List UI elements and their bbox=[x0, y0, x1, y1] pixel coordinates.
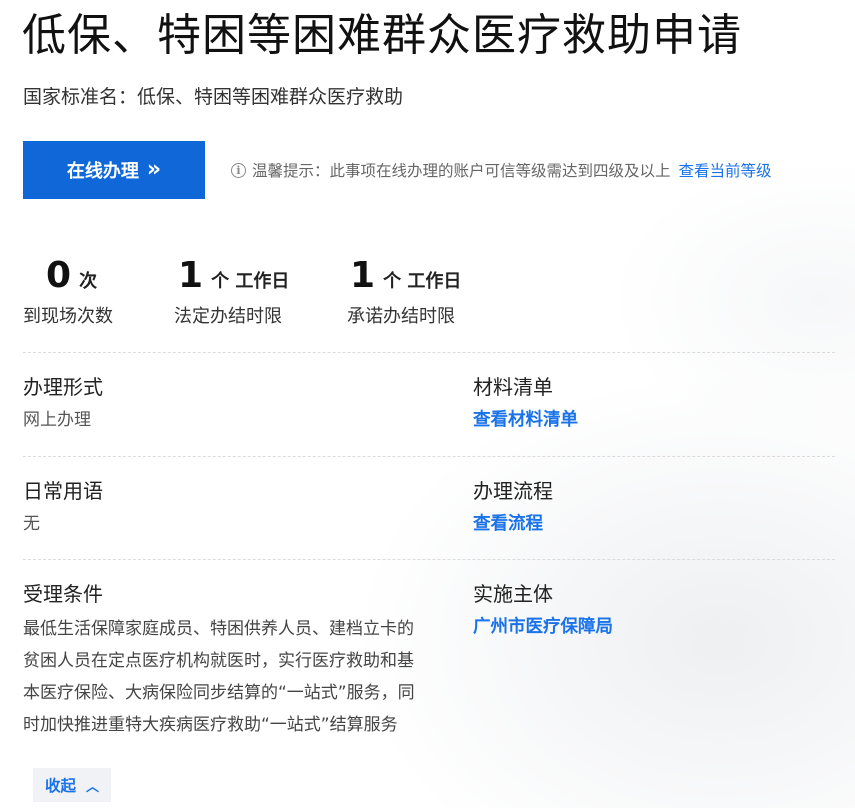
field-value: 无 bbox=[23, 514, 40, 534]
implementer-link[interactable]: 广州市医疗保障局 bbox=[473, 612, 613, 642]
divider bbox=[23, 559, 835, 560]
check-level-link[interactable]: 查看当前等级 bbox=[679, 159, 772, 181]
implementer-field: 实施主体 广州市医疗保障局 bbox=[473, 579, 613, 642]
stat-value: 1 bbox=[350, 255, 376, 296]
stat-value: 1 bbox=[178, 255, 204, 296]
materials-field: 材料清单 查看材料清单 bbox=[473, 372, 578, 435]
field-title: 办理流程 bbox=[473, 479, 553, 503]
stat-unit: 个 工作日 bbox=[211, 271, 290, 292]
stat-value: 0 bbox=[46, 255, 72, 296]
view-process-link[interactable]: 查看流程 bbox=[473, 509, 553, 539]
standard-name: 国家标准名：低保、特困等困难群众医疗救助 bbox=[23, 86, 404, 108]
stat-promised-limit: 1 个 工作日 承诺办结时限 bbox=[347, 255, 462, 328]
stat-label: 到现场次数 bbox=[23, 306, 113, 327]
field-value: 网上办理 bbox=[23, 410, 91, 430]
divider bbox=[23, 456, 835, 457]
stat-unit: 个 工作日 bbox=[383, 271, 462, 292]
tip-notice: i 温馨提示：此事项在线办理的账户可信等级需达到四级及以上 查看当前等级 bbox=[231, 157, 772, 183]
stat-label: 法定办结时限 bbox=[174, 306, 282, 327]
stat-label: 承诺办结时限 bbox=[347, 306, 455, 327]
field-title: 实施主体 bbox=[473, 582, 553, 606]
collapse-button[interactable]: 收起 ︿ bbox=[33, 768, 111, 802]
common-terms-field: 日常用语 无 bbox=[23, 476, 103, 539]
stat-visits: 0 次 到现场次数 bbox=[23, 255, 113, 328]
conditions-field: 受理条件 最低生活保障家庭成员、特困供养人员、建档立卡的贫困人员在定点医疗机构就… bbox=[23, 579, 415, 741]
online-apply-label: 在线办理 bbox=[66, 161, 139, 182]
online-apply-button[interactable]: 在线办理 » bbox=[23, 141, 205, 199]
collapse-label: 收起 bbox=[44, 777, 76, 795]
field-title: 受理条件 bbox=[23, 582, 103, 606]
field-title: 材料清单 bbox=[473, 375, 553, 399]
tip-text: 温馨提示：此事项在线办理的账户可信等级需达到四级及以上 bbox=[252, 162, 671, 180]
conditions-text: 最低生活保障家庭成员、特困供养人员、建档立卡的贫困人员在定点医疗机构就医时，实行… bbox=[23, 619, 415, 735]
process-field: 办理流程 查看流程 bbox=[473, 476, 553, 539]
stat-legal-limit: 1 个 工作日 法定办结时限 bbox=[174, 255, 290, 328]
field-title: 日常用语 bbox=[23, 479, 103, 503]
stat-unit: 次 bbox=[79, 271, 98, 292]
divider bbox=[23, 352, 835, 353]
handle-form-field: 办理形式 网上办理 bbox=[23, 372, 103, 435]
view-materials-link[interactable]: 查看材料清单 bbox=[473, 405, 578, 435]
chevron-up-icon: ︿ bbox=[86, 779, 100, 795]
info-circle-icon: i bbox=[231, 162, 246, 178]
field-title: 办理形式 bbox=[23, 375, 103, 399]
double-chevron-right-icon: » bbox=[146, 157, 162, 182]
page-title: 低保、特困等困难群众医疗救助申请 bbox=[22, 10, 742, 61]
